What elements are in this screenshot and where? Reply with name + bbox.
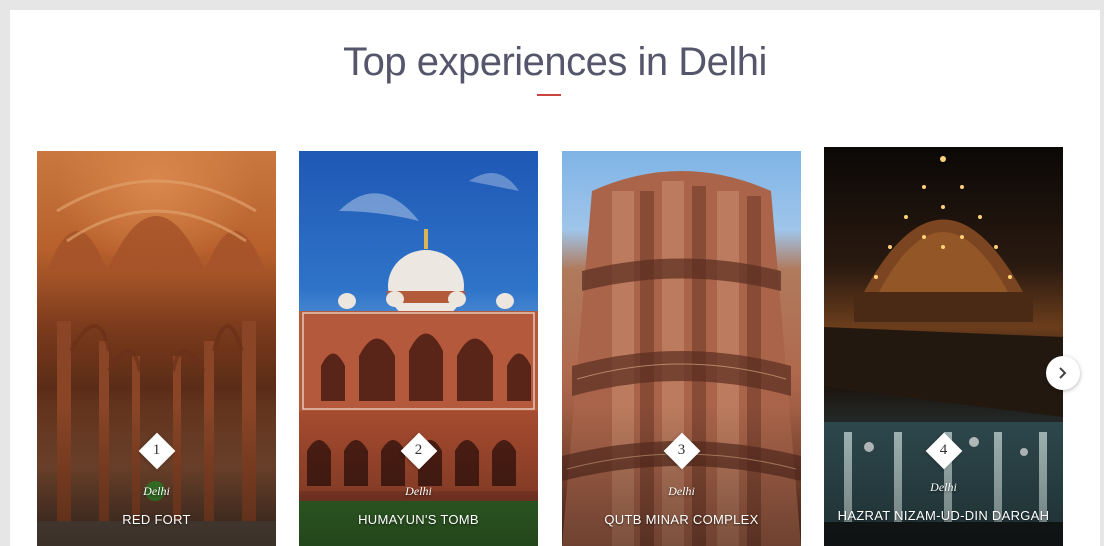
card-overlay bbox=[824, 406, 1063, 546]
card-title: RED FORT bbox=[122, 512, 191, 527]
card-title: HAZRAT NIZAM-UD-DIN DARGAH bbox=[837, 508, 1050, 523]
card-city: Delhi bbox=[405, 484, 432, 498]
rank-number: 3 bbox=[677, 442, 686, 458]
card-city: Delhi bbox=[930, 480, 957, 494]
top-experiences-panel: Top experiences in Delhi 1 Delhi RED FOR… bbox=[10, 10, 1100, 546]
chevron-right-icon bbox=[1059, 367, 1067, 379]
experience-card-humayuns-tomb[interactable]: 2 Delhi HUMAYUN'S TOMB bbox=[299, 151, 538, 546]
card-city: Delhi bbox=[668, 484, 695, 498]
rank-number: 1 bbox=[152, 442, 161, 458]
title-underline bbox=[537, 94, 561, 96]
page-title: Top experiences in Delhi bbox=[343, 40, 767, 84]
experience-card-qutb-minar[interactable]: 3 Delhi QUTB MINAR COMPLEX bbox=[562, 151, 801, 546]
rank-number: 2 bbox=[414, 442, 423, 458]
carousel-next-button[interactable] bbox=[1046, 356, 1080, 390]
experience-card-nizam-ud-din-dargah[interactable]: 4 Delhi HAZRAT NIZAM-UD-DIN DARGAH bbox=[824, 147, 1063, 546]
card-title: QUTB MINAR COMPLEX bbox=[604, 512, 759, 527]
rank-number: 4 bbox=[939, 442, 948, 458]
card-city: Delhi bbox=[143, 484, 170, 498]
card-title: HUMAYUN'S TOMB bbox=[358, 512, 479, 527]
experience-card-red-fort[interactable]: 1 Delhi RED FORT bbox=[37, 151, 276, 546]
